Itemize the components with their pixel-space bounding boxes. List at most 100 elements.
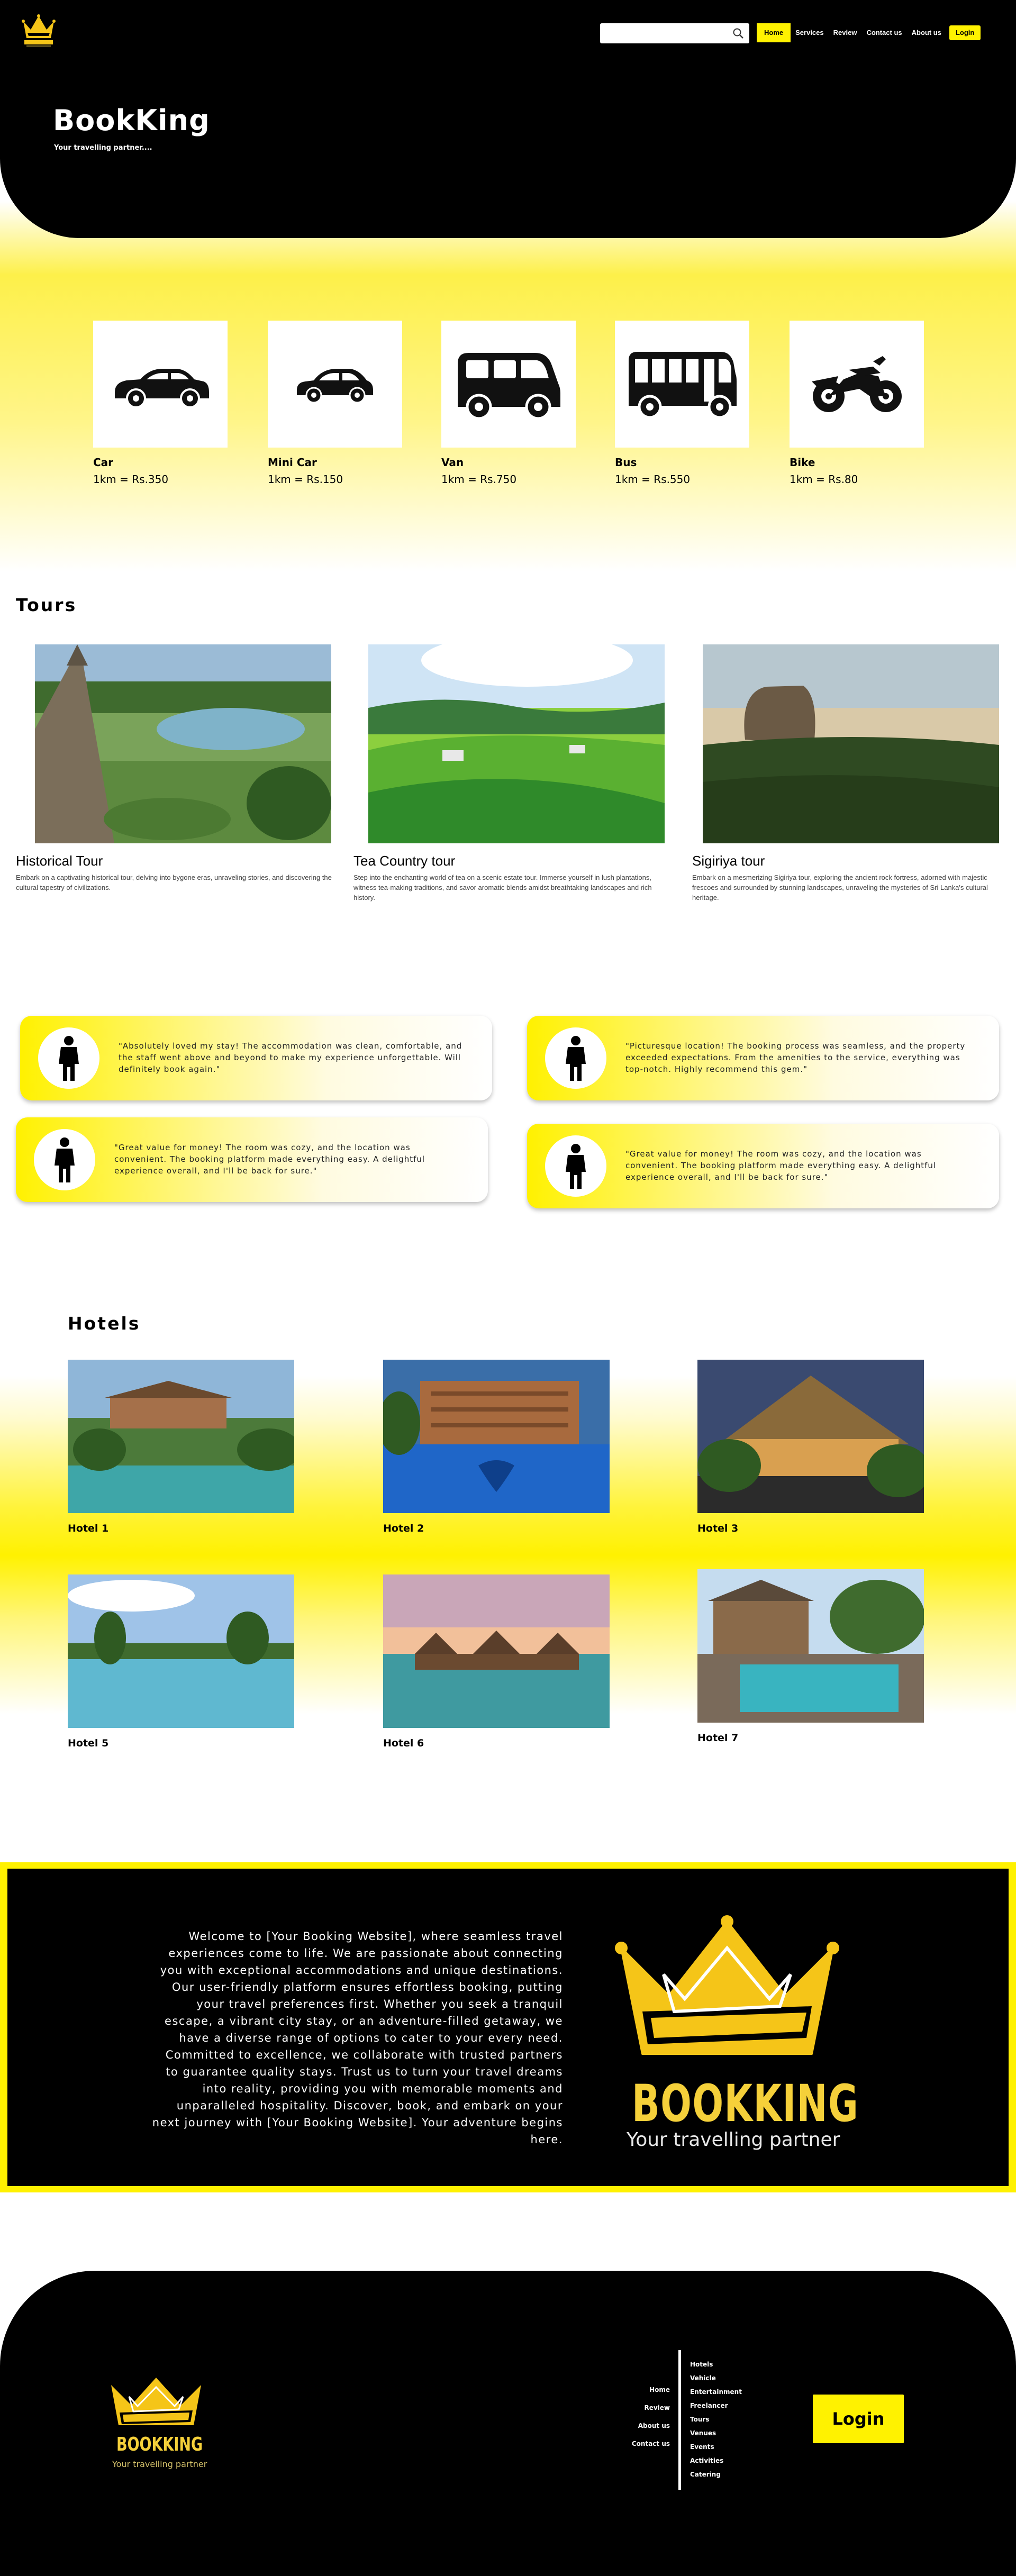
footer-link-entertainment[interactable]: Entertainment <box>690 2388 742 2396</box>
hotel-card[interactable]: Hotel 5 <box>68 1574 294 1749</box>
footer-link-contact[interactable]: Contact us <box>614 2440 670 2447</box>
hotel-name: Hotel 2 <box>383 1523 424 1534</box>
sigiriya-tour-image <box>703 644 999 843</box>
header-login-button[interactable]: Login <box>949 25 981 40</box>
search-input[interactable] <box>600 23 727 43</box>
van-icon <box>458 353 560 420</box>
hotel-card[interactable]: Hotel 2 <box>383 1360 610 1534</box>
about-section: Welcome to [Your Booking Website], where… <box>0 1862 1016 2192</box>
header: Home Services Review Contact us About us… <box>0 0 1016 238</box>
hotel-name: Hotel 1 <box>68 1523 109 1534</box>
footer-link-hotels[interactable]: Hotels <box>690 2361 742 2368</box>
vehicle-image <box>268 321 402 448</box>
tour-card[interactable]: Sigiriya tour Embark on a mesmerizing Si… <box>692 644 999 903</box>
hotel-card[interactable]: Hotel 1 <box>68 1360 294 1534</box>
hotel-card[interactable]: Hotel 7 <box>697 1569 924 1744</box>
footer-link-about[interactable]: About us <box>614 2422 670 2429</box>
vehicle-price: 1km = Rs.150 <box>268 473 343 486</box>
hotel-image <box>68 1360 294 1513</box>
vehicle-name: Mini Car <box>268 456 317 469</box>
vehicle-name: Van <box>441 456 464 469</box>
vehicle-card[interactable]: Bike 1km = Rs.80 <box>790 321 924 486</box>
hotel-image <box>697 1569 924 1723</box>
hotel-image <box>697 1360 924 1513</box>
crown-logo-icon <box>615 1915 839 2055</box>
footer-crown-icon <box>111 2378 201 2425</box>
historical-tour-image <box>35 644 331 843</box>
tour-name: Historical Tour <box>16 853 103 869</box>
footer-link-venues[interactable]: Venues <box>690 2429 742 2437</box>
crown-logo-icon[interactable] <box>20 12 57 50</box>
hotel-card[interactable]: Hotel 3 <box>697 1360 924 1534</box>
hero-title: BookKing <box>53 104 210 137</box>
search-icon[interactable] <box>732 28 744 39</box>
vehicle-image <box>615 321 749 448</box>
tour-card[interactable]: Historical Tour Embark on a captivating … <box>16 644 333 893</box>
hotel-image <box>383 1360 610 1513</box>
vehicle-card[interactable]: Car 1km = Rs.350 <box>93 321 228 486</box>
footer-link-events[interactable]: Events <box>690 2443 742 2451</box>
hotel-name: Hotel 7 <box>697 1732 739 1744</box>
person-icon <box>566 1036 586 1081</box>
person-icon <box>566 1144 586 1189</box>
person-icon <box>59 1036 79 1081</box>
footer-links-right: Hotels Vehicle Entertainment Freelancer … <box>690 2361 742 2484</box>
footer-brand: BOOKKING <box>116 2434 203 2455</box>
review-text: "Great value for money! The room was coz… <box>114 1143 425 1176</box>
nav-about[interactable]: About us <box>907 23 946 42</box>
avatar <box>34 1129 95 1190</box>
review-text: "Picturesque location! The booking proce… <box>625 1041 966 1074</box>
footer-link-vehicle[interactable]: Vehicle <box>690 2374 742 2382</box>
about-brand: BOOKKING <box>632 2074 859 2133</box>
hotel-name: Hotel 3 <box>697 1523 739 1534</box>
tour-card[interactable]: Tea Country tour Step into the enchantin… <box>353 644 666 903</box>
vehicle-image <box>93 321 228 448</box>
review-card: "Great value for money! The room was coz… <box>16 1117 488 1202</box>
tea-country-tour-image <box>368 644 665 843</box>
vehicle-name: Bike <box>790 456 815 469</box>
tour-description: Embark on a mesmerizing Sigiriya tour, e… <box>692 873 988 902</box>
avatar <box>545 1027 606 1089</box>
footer-link-home[interactable]: Home <box>614 2386 670 2393</box>
footer-login-button[interactable]: Login <box>813 2395 904 2443</box>
search-bar <box>600 23 749 43</box>
vehicle-price: 1km = Rs.80 <box>790 473 858 486</box>
nav-contact[interactable]: Contact us <box>861 23 906 42</box>
bus-icon <box>629 352 737 419</box>
footer-link-freelancer[interactable]: Freelancer <box>690 2402 742 2409</box>
footer-link-tours[interactable]: Tours <box>690 2416 742 2423</box>
nav-review[interactable]: Review <box>829 23 862 42</box>
about-panel: Welcome to [Your Booking Website], where… <box>7 1869 1009 2186</box>
tours-title: Tours <box>16 595 77 615</box>
vehicle-card[interactable]: Mini Car 1km = Rs.150 <box>268 321 402 486</box>
vehicle-price: 1km = Rs.550 <box>615 473 691 486</box>
vehicle-image <box>790 321 924 448</box>
footer-link-review[interactable]: Review <box>614 2404 670 2411</box>
mini-car-icon <box>297 369 373 404</box>
vehicle-price: 1km = Rs.350 <box>93 473 169 486</box>
page: Home Services Review Contact us About us… <box>0 0 1016 2576</box>
about-text: Welcome to [Your Booking Website], where… <box>152 1930 563 2146</box>
about-tagline: Your travelling partner <box>627 2129 840 2151</box>
nav-home[interactable]: Home <box>757 23 791 42</box>
hotel-image <box>68 1574 294 1728</box>
footer-links-left: Home Review About us Contact us <box>614 2386 670 2458</box>
tour-name: Sigiriya tour <box>692 853 765 869</box>
footer-link-catering[interactable]: Catering <box>690 2471 742 2478</box>
review-card: "Great value for money! The room was coz… <box>527 1124 999 1208</box>
tour-description: Embark on a captivating historical tour,… <box>16 873 332 891</box>
vehicle-card[interactable]: Van 1km = Rs.750 <box>441 321 576 486</box>
hotel-card[interactable]: Hotel 6 <box>383 1574 610 1749</box>
vehicle-name: Car <box>93 456 114 469</box>
nav-services[interactable]: Services <box>791 23 829 42</box>
vehicle-name: Bus <box>615 456 637 469</box>
review-card: "Picturesque location! The booking proce… <box>527 1016 999 1100</box>
vehicle-card[interactable]: Bus 1km = Rs.550 <box>615 321 749 486</box>
footer-link-activities[interactable]: Activities <box>690 2457 742 2464</box>
avatar <box>545 1135 606 1197</box>
hero-subtitle: Your travelling partner.... <box>54 144 152 152</box>
review-text: "Absolutely loved my stay! The accommoda… <box>119 1041 462 1074</box>
bike-icon <box>812 356 902 412</box>
footer-tagline: Your travelling partner <box>112 2459 207 2469</box>
hotel-image <box>383 1574 610 1728</box>
